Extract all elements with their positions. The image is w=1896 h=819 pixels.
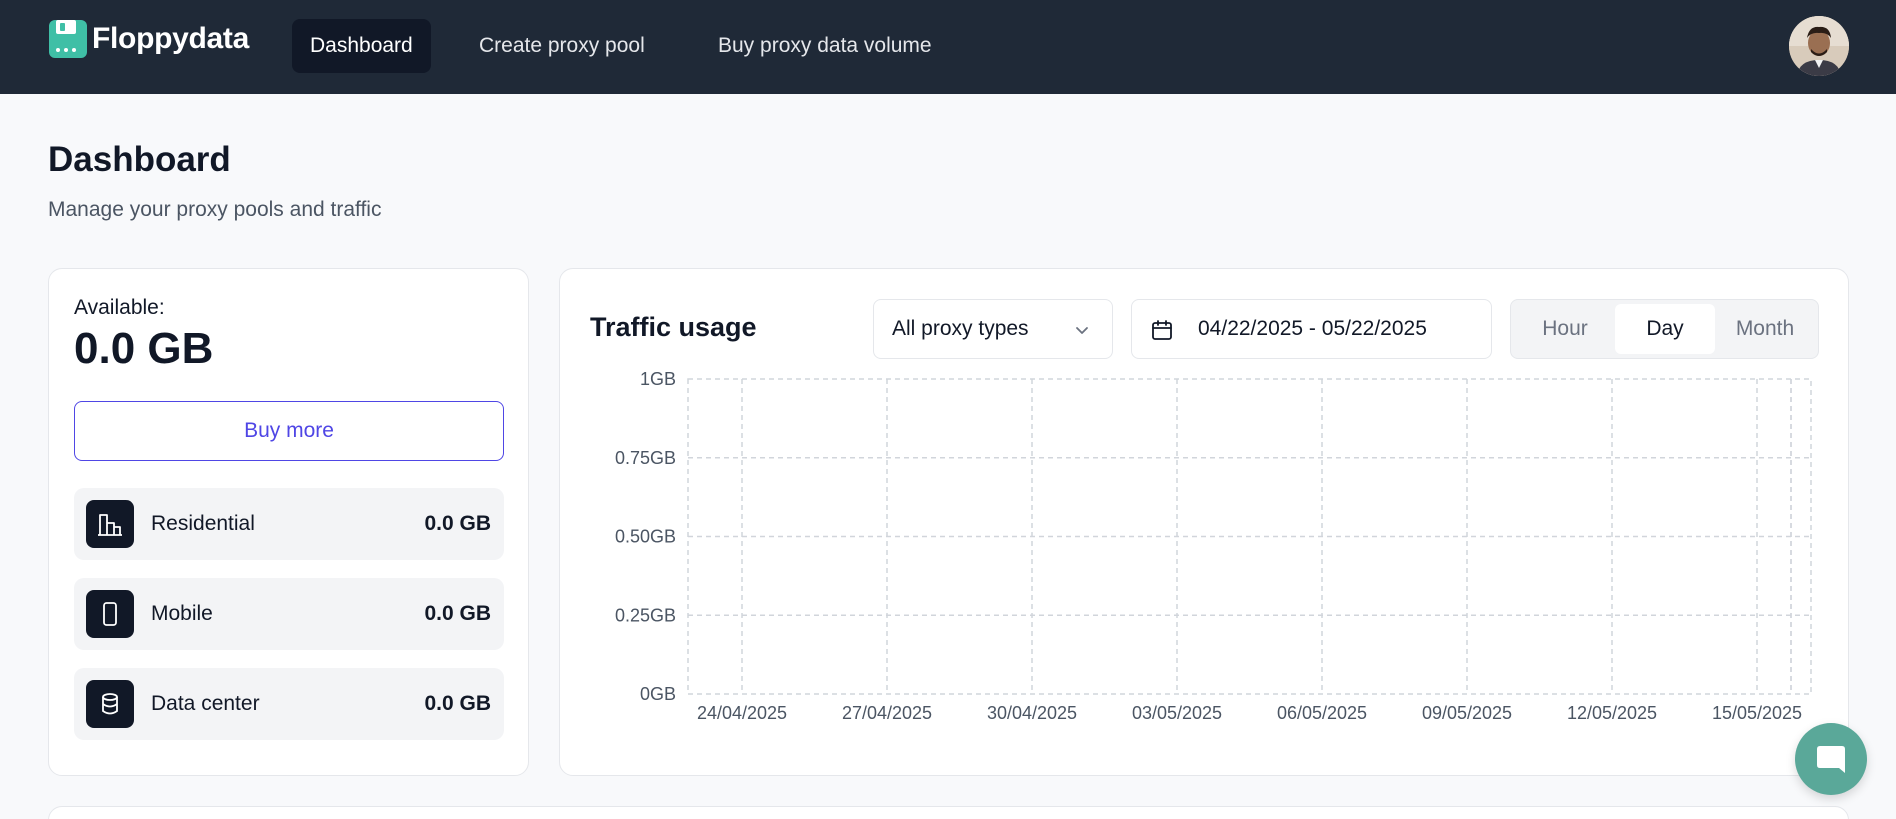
proxy-type-name: Residential [151,512,255,535]
chart-x-tick-label: 24/04/2025 [697,703,787,723]
proxy-type-name: Data center [151,692,260,715]
chart-x-tick-label: 09/05/2025 [1422,703,1512,723]
brand-logo[interactable]: Floppydata [48,19,249,59]
chart-x-tick-label: 15/05/2025 [1712,703,1802,723]
proxy-type-value: 0.0 GB [424,602,491,625]
user-avatar[interactable] [1789,16,1849,76]
chat-button[interactable] [1795,723,1867,795]
top-navbar: Floppydata Dashboard Create proxy pool B… [0,0,1896,94]
proxy-type-value: 0.0 GB [424,692,491,715]
chart-y-tick-label: 0.25GB [615,605,676,625]
proxy-type-name: Mobile [151,602,213,625]
user-avatar-image [1789,16,1849,76]
page-title: Dashboard [48,140,231,179]
secondary-card [48,806,1849,819]
phone-icon [86,590,134,638]
nav-dashboard[interactable]: Dashboard [292,19,431,73]
building-icon [86,500,134,548]
buy-more-button[interactable]: Buy more [74,401,504,461]
chart-x-tick-label: 27/04/2025 [842,703,932,723]
chart-x-tick-label: 03/05/2025 [1132,703,1222,723]
available-label: Available: [74,296,165,319]
traffic-chart: 1GB 0.75GB 0.50GB 0.25GB 0GB 24/04/2025 27/04/… [615,369,1812,723]
proxy-type-value: 0.0 GB [424,512,491,535]
database-icon [86,680,134,728]
chart-x-tick-label: 12/05/2025 [1567,703,1657,723]
available-value: 0.0 GB [74,324,214,373]
nav-create-proxy-pool[interactable]: Create proxy pool [461,19,663,73]
proxy-type-mobile: Mobile 0.0 GB [74,578,504,650]
chart-y-tick-label: 0.75GB [615,448,676,468]
proxy-type-data-center: Data center 0.0 GB [74,668,504,740]
balance-card: Available: 0.0 GB Buy more Residential 0… [48,268,529,776]
page-subtitle: Manage your proxy pools and traffic [48,198,382,221]
chat-bubble-icon [1817,746,1845,773]
floppy-disk-icon [49,20,87,58]
chart-y-tick-label: 0GB [640,684,676,704]
chart-y-tick-label: 1GB [640,369,676,389]
brand-name: Floppydata [92,22,250,55]
nav-buy-proxy-data-volume[interactable]: Buy proxy data volume [700,19,950,73]
traffic-usage-card: Traffic usage All proxy types 04/22/2025… [559,268,1849,776]
proxy-type-residential: Residential 0.0 GB [74,488,504,560]
chart-x-tick-label: 06/05/2025 [1277,703,1367,723]
chart-x-tick-label: 30/04/2025 [987,703,1077,723]
chart-y-tick-label: 0.50GB [615,527,676,547]
